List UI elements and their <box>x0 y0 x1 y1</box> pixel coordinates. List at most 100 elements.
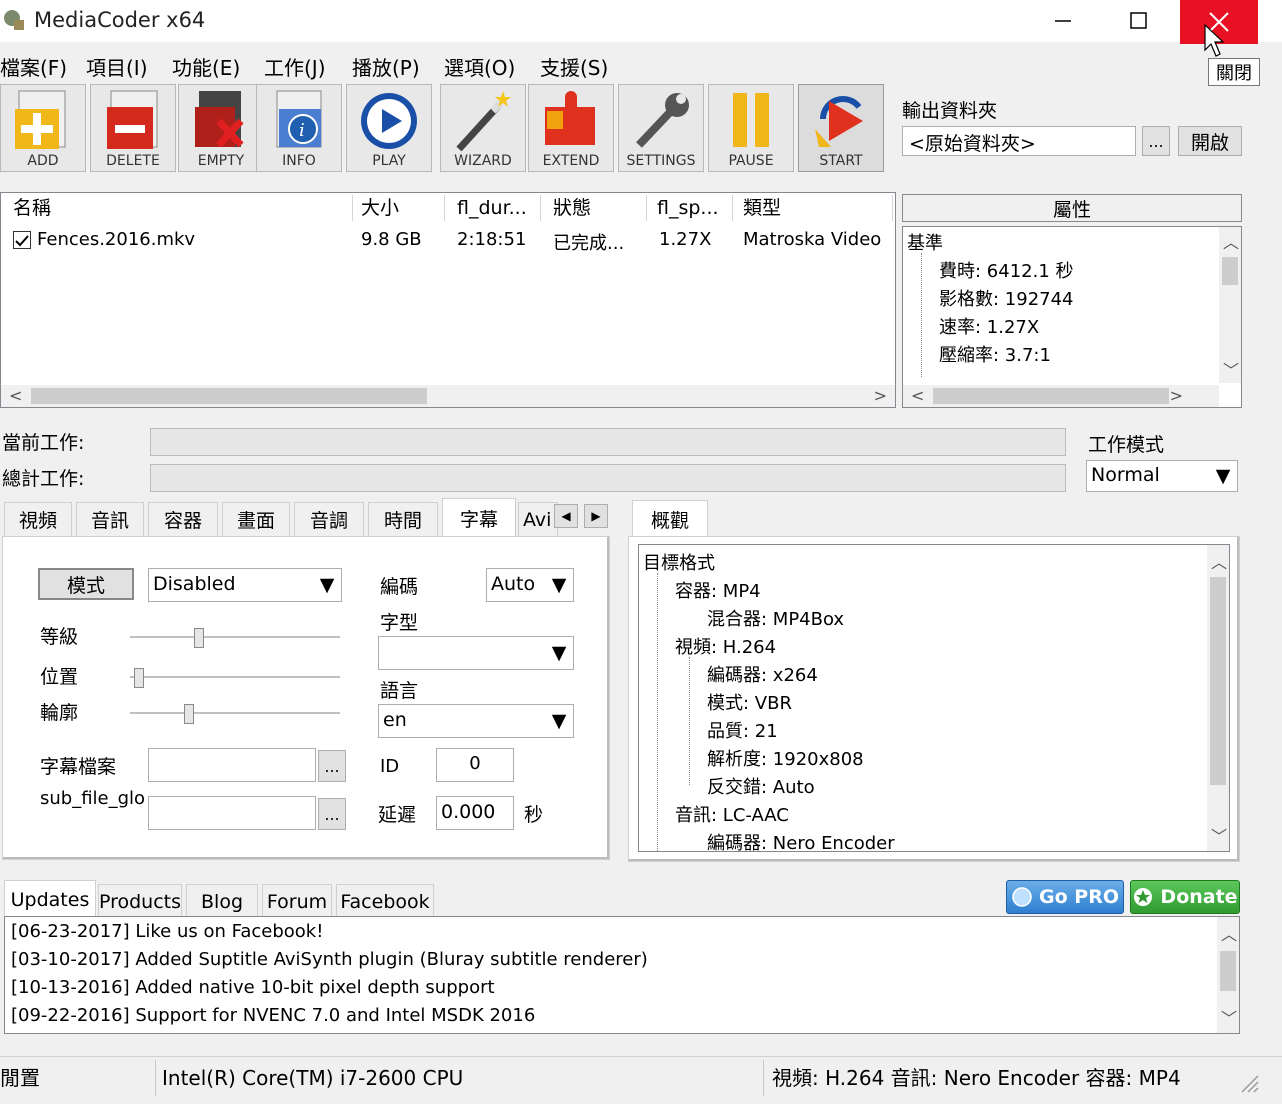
font-select[interactable]: ▼ <box>378 636 574 670</box>
encoding-select[interactable]: Auto ▼ <box>486 568 574 602</box>
menu-options[interactable]: 選項(O) <box>444 52 515 81</box>
wizard-button[interactable]: WIZARD <box>440 84 526 172</box>
scroll-up-icon[interactable]: ︿ <box>1221 921 1237 945</box>
empty-button[interactable]: EMPTY <box>178 84 264 172</box>
tab-forum[interactable]: Forum <box>262 884 332 918</box>
resize-grip-icon[interactable] <box>1236 1070 1260 1094</box>
file-list-hscroll[interactable]: < > <box>1 385 895 407</box>
sub-file-glob-input[interactable] <box>148 796 316 830</box>
scroll-down-icon[interactable]: ﹀ <box>1211 823 1227 847</box>
properties-vscroll[interactable]: ︿ ﹀ <box>1219 227 1241 383</box>
tab-products[interactable]: Products <box>98 884 182 918</box>
subtitle-file-input[interactable] <box>148 748 316 782</box>
settings-button[interactable]: SETTINGS <box>618 84 704 172</box>
close-tooltip: 關閉 <box>1208 58 1260 86</box>
row-checkbox[interactable] <box>13 231 31 249</box>
tab-subtitle[interactable]: 字幕 <box>442 498 516 538</box>
overview-tree[interactable]: 目標格式 容器: MP4 混合器: MP4Box 視頻: H.264 編碼器: … <box>638 544 1230 852</box>
tab-container[interactable]: 容器 <box>148 502 218 536</box>
play-button[interactable]: PLAY <box>346 84 432 172</box>
menu-support[interactable]: 支援(S) <box>540 52 608 81</box>
mode-select[interactable]: Disabled ▼ <box>148 568 342 602</box>
properties-hscroll[interactable]: < > <box>903 385 1219 407</box>
go-pro-button[interactable]: Go PRO <box>1006 880 1124 914</box>
scroll-right-icon[interactable]: > <box>874 386 887 405</box>
tab-updates[interactable]: Updates <box>4 880 96 918</box>
scroll-thumb[interactable] <box>1220 951 1236 991</box>
encoding-label: 編碼 <box>380 576 419 598</box>
position-slider-thumb[interactable] <box>134 668 144 688</box>
tab-label: Updates <box>10 888 90 911</box>
play-icon <box>361 93 417 149</box>
column-header-name[interactable]: 名稱 <box>5 195 353 221</box>
scroll-thumb[interactable] <box>1210 577 1226 785</box>
menu-play[interactable]: 播放(P) <box>352 52 420 81</box>
scroll-left-icon[interactable]: < <box>911 386 924 405</box>
minimize-button[interactable] <box>1040 0 1086 42</box>
scroll-thumb[interactable] <box>1222 257 1238 285</box>
info-button[interactable]: i INFO <box>256 84 342 172</box>
scroll-down-icon[interactable]: ﹀ <box>1223 357 1239 381</box>
checkmark-icon <box>15 235 29 247</box>
tab-label: Avi <box>523 508 552 531</box>
news-vscroll[interactable]: ︿ ﹀ <box>1217 917 1239 1033</box>
tab-tone[interactable]: 音調 <box>294 502 364 536</box>
tab-overview[interactable]: 概觀 <box>632 500 708 538</box>
sub-file-glob-browse-button[interactable]: ... <box>318 798 346 830</box>
news-list[interactable]: [06-23-2017] Like us on Facebook! [03-10… <box>4 916 1240 1034</box>
delay-input[interactable]: 0.000 <box>436 796 514 830</box>
column-header-duration[interactable]: fl_dur... <box>449 195 541 221</box>
column-header-status[interactable]: 狀態 <box>545 195 647 221</box>
mode-button[interactable]: 模式 <box>38 568 134 600</box>
language-select[interactable]: en ▼ <box>378 704 574 738</box>
tab-time[interactable]: 時間 <box>368 502 438 536</box>
tab-scroll-left-button[interactable]: ◀ <box>554 504 578 528</box>
tab-blog[interactable]: Blog <box>186 884 258 918</box>
add-button[interactable]: ADD <box>0 84 86 172</box>
tab-avisynth[interactable]: Avi <box>518 502 558 536</box>
scroll-thumb[interactable] <box>31 388 427 404</box>
overview-vscroll[interactable]: ︿ ﹀ <box>1207 545 1229 851</box>
pause-button[interactable]: PAUSE <box>708 84 794 172</box>
donate-button[interactable]: Donate <box>1130 880 1240 914</box>
scroll-down-icon[interactable]: ﹀ <box>1221 1005 1237 1029</box>
scroll-up-icon[interactable]: ︿ <box>1223 229 1239 253</box>
scroll-left-icon[interactable]: < <box>9 386 22 405</box>
menu-item[interactable]: 項目(I) <box>86 52 148 81</box>
extend-button[interactable]: EXTEND <box>528 84 614 172</box>
news-line: [10-13-2016] Added native 10-bit pixel d… <box>11 977 495 998</box>
delete-button[interactable]: DELETE <box>90 84 176 172</box>
tab-scroll-right-button[interactable]: ▶ <box>584 504 608 528</box>
output-folder-input[interactable]: <原始資料夾> <box>902 126 1136 156</box>
start-button[interactable]: START <box>798 84 884 172</box>
properties-tree[interactable]: 基準 費時: 6412.1 秒 影格數: 192744 速率: 1.27X 壓縮… <box>902 226 1242 408</box>
column-header-size[interactable]: 大小 <box>353 195 445 221</box>
file-list[interactable]: 名稱 大小 fl_dur... 狀態 fl_sp... 類型 Fences.20… <box>0 192 896 408</box>
tab-facebook[interactable]: Facebook <box>336 884 434 918</box>
tab-picture[interactable]: 畫面 <box>222 502 290 536</box>
column-header-speed[interactable]: fl_sp... <box>649 195 733 221</box>
level-slider-thumb[interactable] <box>194 628 204 648</box>
tab-audio[interactable]: 音訊 <box>76 502 144 536</box>
table-row[interactable]: Fences.2016.mkv 9.8 GB 2:18:51 已完成... 1.… <box>3 227 893 254</box>
output-browse-button[interactable]: ... <box>1142 126 1170 156</box>
tab-label: 音調 <box>309 510 348 532</box>
menu-function[interactable]: 功能(E) <box>172 52 240 81</box>
tree-guide-line <box>921 253 922 377</box>
outline-slider-thumb[interactable] <box>184 704 194 724</box>
extend-label: EXTEND <box>542 153 600 169</box>
job-mode-select[interactable]: Normal ▼ <box>1086 460 1238 492</box>
start-icon <box>815 96 863 147</box>
maximize-button[interactable] <box>1116 0 1162 42</box>
column-header-type[interactable]: 類型 <box>735 195 893 221</box>
scroll-right-icon[interactable]: > <box>1170 386 1183 405</box>
menu-job[interactable]: 工作(J) <box>264 52 326 81</box>
id-input[interactable]: 0 <box>436 748 514 782</box>
subtitle-file-browse-button[interactable]: ... <box>318 750 346 782</box>
tab-video[interactable]: 視頻 <box>4 502 72 536</box>
scroll-up-icon[interactable]: ︿ <box>1211 549 1227 573</box>
outline-slider-track <box>130 712 340 715</box>
output-open-button[interactable]: 開啟 <box>1178 126 1242 156</box>
menu-file[interactable]: 檔案(F) <box>0 52 67 81</box>
scroll-thumb[interactable] <box>933 388 1169 404</box>
